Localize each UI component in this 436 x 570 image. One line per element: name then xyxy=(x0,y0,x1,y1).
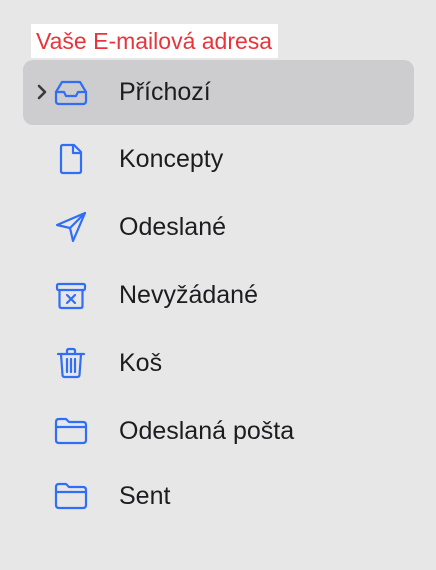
trash-icon xyxy=(53,345,89,381)
sidebar-item-drafts[interactable]: Koncepty xyxy=(23,127,414,192)
sidebar-item-label: Koncepty xyxy=(119,145,224,173)
chevron-right-icon[interactable] xyxy=(35,82,49,102)
sidebar-item-junk[interactable]: Nevyžádané xyxy=(23,263,414,328)
mailbox-sidebar: Vaše E-mailová adresa Příchozí Koncepty xyxy=(0,0,436,570)
account-label: Vaše E-mailová adresa xyxy=(31,24,279,58)
sidebar-item-inbox[interactable]: Příchozí xyxy=(23,60,414,125)
folder-icon xyxy=(53,413,89,449)
inbox-tray-icon xyxy=(53,74,89,110)
document-icon xyxy=(53,141,89,177)
junk-box-icon xyxy=(53,277,89,313)
sidebar-item-label: Sent xyxy=(119,482,171,510)
sidebar-item-label: Příchozí xyxy=(119,78,211,106)
sidebar-item-trash[interactable]: Koš xyxy=(23,331,414,396)
sidebar-item-label: Koš xyxy=(119,349,163,377)
paper-plane-icon xyxy=(53,209,89,245)
sidebar-item-label: Odeslaná pošta xyxy=(119,417,295,445)
sidebar-item-sent-folder[interactable]: Sent xyxy=(23,464,414,529)
sidebar-item-label: Nevyžádané xyxy=(119,281,258,309)
sidebar-item-odeslana-posta[interactable]: Odeslaná pošta xyxy=(23,399,414,464)
sidebar-item-label: Odeslané xyxy=(119,213,227,241)
folder-icon xyxy=(53,478,89,514)
sidebar-item-sent[interactable]: Odeslané xyxy=(23,195,414,260)
